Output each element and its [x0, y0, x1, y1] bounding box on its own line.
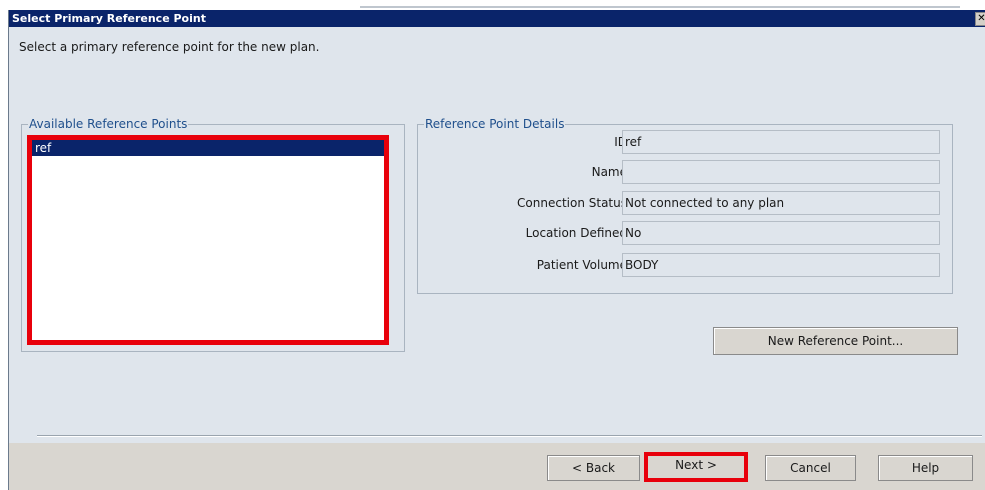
footer-separator-highlight: [37, 436, 982, 437]
patient-volume-label: Patient Volume: [536, 258, 627, 272]
name-field[interactable]: [622, 160, 940, 184]
window-title: Select Primary Reference Point: [12, 12, 206, 25]
detail-row-patient-volume: Patient Volume BODY: [417, 253, 953, 277]
next-button[interactable]: Next >: [644, 452, 748, 482]
connection-status-field[interactable]: Not connected to any plan: [622, 191, 940, 215]
detail-row-connection-status: Connection Status Not connected to any p…: [417, 191, 953, 215]
reference-points-list[interactable]: ref: [27, 135, 389, 345]
new-reference-point-button[interactable]: New Reference Point...: [713, 327, 958, 355]
title-bar: Select Primary Reference Point ✕: [9, 10, 985, 27]
available-reference-points-legend: Available Reference Points: [28, 117, 189, 131]
detail-row-location-defined: Location Defined No: [417, 221, 953, 245]
location-defined-label: Location Defined: [525, 226, 627, 240]
close-icon[interactable]: ✕: [975, 12, 985, 26]
instruction-text: Select a primary reference point for the…: [19, 40, 320, 54]
back-button[interactable]: < Back: [547, 455, 640, 481]
detail-row-id: ID ref: [417, 130, 953, 154]
list-item[interactable]: ref: [32, 140, 384, 156]
id-field[interactable]: ref: [622, 130, 940, 154]
help-button[interactable]: Help: [878, 455, 973, 481]
connection-status-label: Connection Status: [517, 196, 627, 210]
dialog-window: Select Primary Reference Point ✕ Select …: [8, 10, 985, 490]
cancel-button[interactable]: Cancel: [765, 455, 856, 481]
location-defined-field[interactable]: No: [622, 221, 940, 245]
patient-volume-field[interactable]: BODY: [622, 253, 940, 277]
top-divider: [360, 6, 960, 8]
screen-top-strip: [0, 0, 985, 10]
detail-row-name: Name: [417, 160, 953, 184]
reference-point-details-legend: Reference Point Details: [424, 117, 566, 131]
